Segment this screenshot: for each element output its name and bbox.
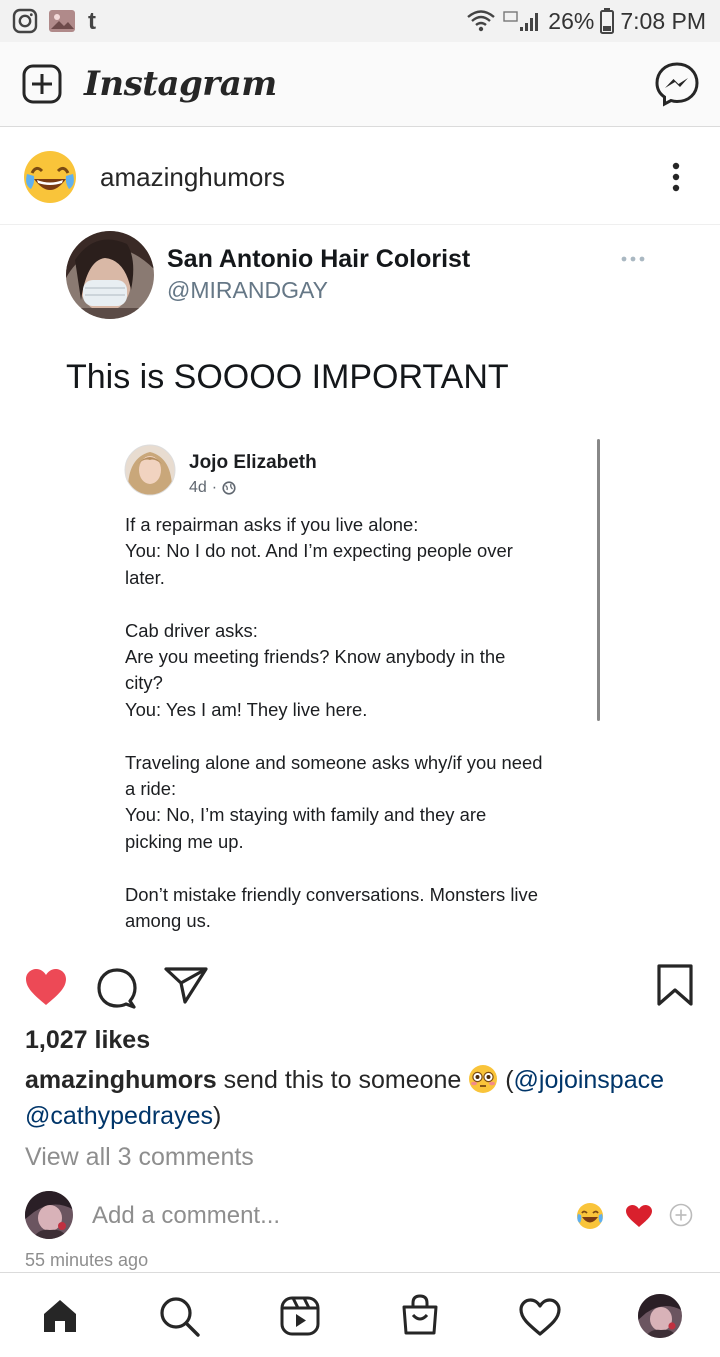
add-comment-input[interactable]: Add a comment... xyxy=(92,1202,280,1230)
tweet-text: This is SOOOO IMPORTANT xyxy=(66,358,509,396)
user-avatar[interactable] xyxy=(22,149,78,205)
add-comment-row: Add a comment... xyxy=(0,1188,720,1242)
tweet-author-name: San Antonio Hair Colorist xyxy=(167,245,471,273)
current-user-avatar xyxy=(25,1191,73,1239)
home-icon[interactable] xyxy=(41,1297,79,1335)
fb-author-name: Jojo Elizabeth xyxy=(189,452,317,473)
post-caption: amazinghumors send this to someone (@joj… xyxy=(25,1062,695,1134)
fb-post-body: If a repairman asks if you live alone: Y… xyxy=(125,512,595,945)
add-reaction-icon[interactable] xyxy=(669,1203,693,1227)
search-icon[interactable] xyxy=(158,1295,202,1339)
fb-line: You: No, I’m staying with family and the… xyxy=(125,804,487,826)
like-count[interactable]: 1,027 likes xyxy=(25,1026,150,1055)
mention-link[interactable]: @jojoinspace xyxy=(514,1066,664,1094)
tweet-more-icon xyxy=(621,256,645,262)
fb-line: picking me up. xyxy=(125,830,244,852)
like-icon[interactable] xyxy=(24,967,68,1007)
bottom-nav xyxy=(0,1272,720,1357)
photo-notification-icon xyxy=(49,10,75,32)
fb-line: If a repairman asks if you live alone: xyxy=(125,514,419,535)
fb-line: Cab driver asks: xyxy=(125,619,258,641)
globe-icon xyxy=(222,481,236,495)
instagram-logo: Instagram xyxy=(84,64,277,104)
app-header: Instagram xyxy=(0,42,720,127)
instagram-notification-icon xyxy=(12,8,38,34)
tweet-author-handle: @MIRANDGAY xyxy=(167,277,328,303)
post-timestamp: 55 minutes ago xyxy=(25,1250,149,1270)
caption-username[interactable]: amazinghumors xyxy=(25,1066,217,1094)
image-scrollbar xyxy=(597,439,600,721)
tumblr-icon: t xyxy=(88,8,96,34)
fb-line: later. xyxy=(125,566,165,588)
save-bookmark-icon[interactable] xyxy=(656,963,694,1007)
laughing-emoji-quick-reaction-icon[interactable] xyxy=(576,1202,604,1230)
fb-post-time: 4d xyxy=(189,479,207,496)
share-icon[interactable] xyxy=(163,965,209,1005)
clock: 7:08 PM xyxy=(620,7,706,34)
post-username[interactable]: amazinghumors xyxy=(100,162,285,193)
post-header: amazinghumors xyxy=(0,130,720,225)
mention-link[interactable]: @cathypedrayes xyxy=(25,1102,213,1130)
fb-line: Are you meeting friends? Know anybody in… xyxy=(125,646,506,668)
fb-line: Don’t mistake friendly conversations. Mo… xyxy=(125,883,538,905)
caption-paren-open: ( xyxy=(505,1066,514,1094)
reels-icon[interactable] xyxy=(279,1295,321,1337)
fb-author-avatar xyxy=(124,444,176,496)
wifi-icon xyxy=(467,10,496,32)
fb-line: city? xyxy=(125,672,163,694)
battery-percent: 26% xyxy=(548,7,595,34)
fb-post-meta: 4d · xyxy=(189,479,236,497)
new-post-icon[interactable] xyxy=(22,64,62,104)
signal-icon xyxy=(503,11,539,31)
profile-avatar-icon[interactable] xyxy=(637,1293,683,1339)
fb-paragraph: Don’t mistake friendly conversations. Mo… xyxy=(125,882,595,935)
meta-separator: · xyxy=(211,479,218,496)
fb-line: You: No I do not. And I’m expecting peop… xyxy=(125,540,513,562)
more-options-icon[interactable] xyxy=(670,161,682,193)
battery-icon xyxy=(600,8,615,34)
fb-line: a ride: xyxy=(125,778,177,800)
flushed-emoji-icon xyxy=(469,1065,498,1093)
shop-icon[interactable] xyxy=(400,1293,440,1337)
fb-line: Traveling alone and someone asks why/if … xyxy=(125,751,543,773)
tweet-author-avatar xyxy=(66,231,154,319)
fb-paragraph: Cab driver asks: Are you meeting friends… xyxy=(125,618,595,724)
activity-heart-icon[interactable] xyxy=(518,1297,562,1337)
fb-paragraph: If a repairman asks if you live alone: Y… xyxy=(125,512,595,591)
svg-text:t: t xyxy=(88,8,96,34)
caption-text: send this to someone xyxy=(223,1066,462,1094)
comment-icon[interactable] xyxy=(96,967,138,1009)
messenger-icon[interactable] xyxy=(654,61,700,107)
fb-line: among us. xyxy=(125,910,211,932)
fb-paragraph: Traveling alone and someone asks why/if … xyxy=(125,750,595,856)
heart-emoji-quick-reaction-icon[interactable] xyxy=(625,1204,653,1228)
post-image[interactable]: San Antonio Hair Colorist @MIRANDGAY Thi… xyxy=(0,225,720,945)
status-bar: t 26% 7:08 PM xyxy=(0,0,720,42)
post-actions xyxy=(0,945,720,1025)
fb-line: You: Yes I am! They live here. xyxy=(125,698,368,720)
view-all-comments-link[interactable]: View all 3 comments xyxy=(25,1143,254,1172)
caption-paren-close: ) xyxy=(212,1102,222,1130)
